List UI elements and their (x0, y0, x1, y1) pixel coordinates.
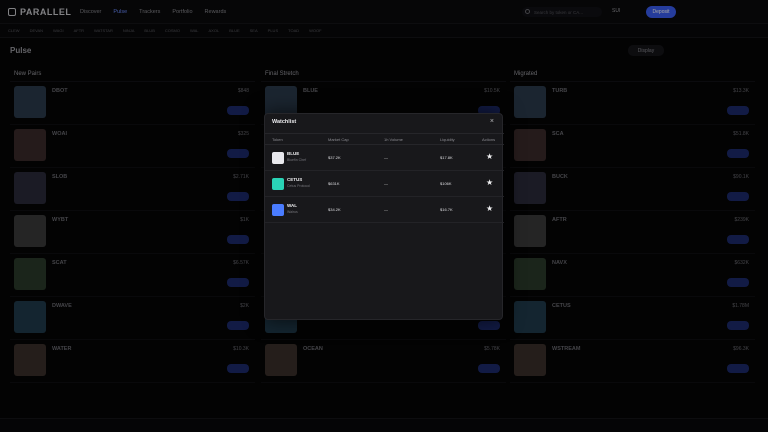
star-icon[interactable]: ★ (486, 204, 493, 213)
market-cap-cell: $34.2K (328, 207, 341, 212)
token-symbol[interactable]: BLUE (287, 151, 299, 156)
token-symbol[interactable]: WAL (287, 203, 297, 208)
modal-title: Watchlist (272, 119, 297, 125)
token-symbol[interactable]: CETUS (287, 177, 302, 182)
watchlist-row[interactable]: WAL Walrus $34.2K — $16.7K ★ (265, 197, 504, 223)
star-icon[interactable]: ★ (486, 152, 493, 161)
token-image (272, 178, 284, 190)
volume-cell: — (384, 181, 388, 186)
header-token: Token (272, 137, 283, 142)
watchlist-row[interactable]: CETUS Cetus Protocol $631K — $106K ★ (265, 171, 504, 197)
volume-cell: — (384, 155, 388, 160)
table-header: Token Market Cap 1h Volume Liquidity Act… (265, 133, 504, 145)
header-actions: Actions (482, 137, 496, 142)
liquidity-cell: $106K (440, 181, 452, 186)
header-volume[interactable]: 1h Volume (384, 137, 403, 142)
token-image (272, 152, 284, 164)
star-icon[interactable]: ★ (486, 178, 493, 187)
header-market-cap[interactable]: Market Cap (328, 137, 349, 142)
volume-cell: — (384, 207, 388, 212)
token-name: Cetus Protocol (287, 184, 310, 188)
token-image (272, 204, 284, 216)
market-cap-cell: $37.2K (328, 155, 341, 160)
header-liquidity[interactable]: Liquidity (440, 137, 455, 142)
watchlist-row[interactable]: BLUE Bluefin Chef $37.2K — $17.8K ★ (265, 145, 504, 171)
close-icon[interactable]: × (490, 118, 494, 126)
market-cap-cell: $631K (328, 181, 340, 186)
watchlist-modal: Watchlist × Token Market Cap 1h Volume L… (264, 113, 504, 320)
liquidity-cell: $17.8K (440, 155, 453, 160)
token-name: Walrus (287, 210, 298, 214)
token-name: Bluefin Chef (287, 158, 307, 162)
liquidity-cell: $16.7K (440, 207, 453, 212)
